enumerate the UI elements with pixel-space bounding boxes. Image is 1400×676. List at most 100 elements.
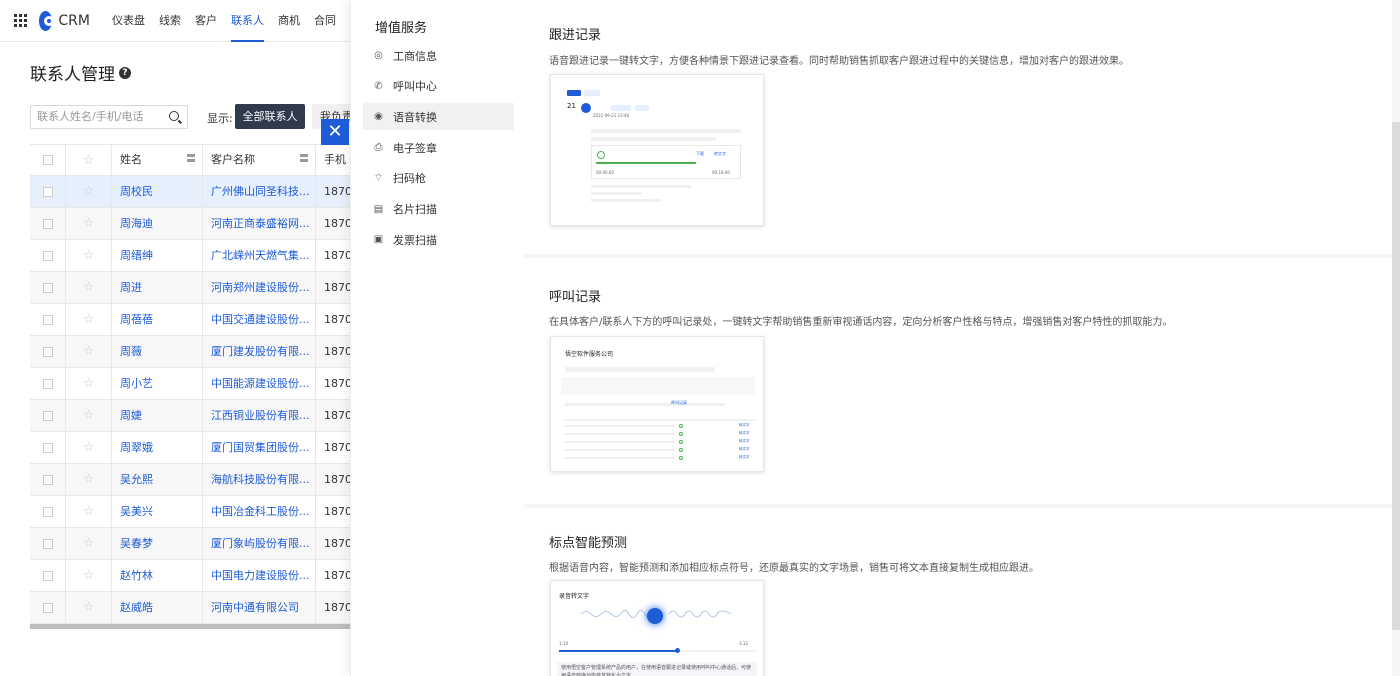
- download-link[interactable]: 下载: [696, 151, 704, 157]
- contact-name-link[interactable]: 周蓓蓓: [112, 303, 203, 336]
- row-checkbox[interactable]: [30, 591, 66, 624]
- star-icon[interactable]: ☆: [66, 367, 112, 400]
- table-row[interactable]: ☆周薇厦门建发股份有限... 18703: [30, 335, 350, 368]
- search-input[interactable]: 联系人姓名/手机/电话: [30, 105, 188, 129]
- table-row[interactable]: ☆周翠娥厦门国贸集团股份... 18703: [30, 431, 350, 464]
- row-checkbox[interactable]: [30, 463, 66, 496]
- customer-name-link[interactable]: 厦门建发股份有限...: [203, 335, 316, 368]
- header-name[interactable]: 姓名〓: [112, 144, 203, 176]
- customer-name-link[interactable]: 广州佛山同圣科技...: [203, 175, 316, 208]
- row-convert-link[interactable]: 转文字: [739, 447, 750, 452]
- table-row[interactable]: ☆吴春梦厦门象屿股份有限... 18703: [30, 527, 350, 560]
- contact-name-link[interactable]: 吴允熙: [112, 463, 203, 496]
- table-row[interactable]: ☆吴允熙海航科技股份有限... 18703: [30, 463, 350, 496]
- table-row[interactable]: ☆周校民广州佛山同圣科技... 18703: [30, 175, 350, 208]
- star-icon[interactable]: ☆: [66, 303, 112, 336]
- customer-name-link[interactable]: 河南正商泰盛裕网...: [203, 207, 316, 240]
- row-checkbox[interactable]: [30, 559, 66, 592]
- header-phone[interactable]: 手机: [316, 144, 350, 176]
- table-row[interactable]: ☆赵威皓河南中通有限公司 18703: [30, 591, 350, 624]
- menu-item-voice[interactable]: ◉ 语音转换: [363, 103, 514, 131]
- star-icon[interactable]: ☆: [66, 527, 112, 560]
- contact-name-link[interactable]: 周海迪: [112, 207, 203, 240]
- star-icon[interactable]: ☆: [66, 463, 112, 496]
- row-checkbox[interactable]: [30, 175, 66, 208]
- table-row[interactable]: ☆周婕江西铜业股份有限... 18703: [30, 399, 350, 432]
- contact-name-link[interactable]: 赵威皓: [112, 591, 203, 624]
- customer-name-link[interactable]: 中国交通建设股份...: [203, 303, 316, 336]
- contact-name-link[interactable]: 周进: [112, 271, 203, 304]
- menu-item-phone[interactable]: ✆ 呼叫中心: [363, 73, 514, 100]
- row-checkbox[interactable]: [30, 399, 66, 432]
- star-icon[interactable]: ☆: [66, 399, 112, 432]
- contact-name-link[interactable]: 吴美兴: [112, 495, 203, 528]
- row-checkbox[interactable]: [30, 303, 66, 336]
- customer-name-link[interactable]: 中国冶金科工股份...: [203, 495, 316, 528]
- row-checkbox[interactable]: [30, 239, 66, 272]
- apps-grid-icon[interactable]: [14, 13, 27, 28]
- star-icon[interactable]: ☆: [66, 271, 112, 304]
- customer-name-link[interactable]: 中国能源建设股份...: [203, 367, 316, 400]
- help-icon[interactable]: ?: [119, 66, 131, 79]
- progress-handle[interactable]: [675, 648, 680, 653]
- vertical-scrollbar[interactable]: [1392, 122, 1400, 630]
- horizontal-scrollbar[interactable]: [30, 624, 350, 629]
- table-row[interactable]: ☆吴美兴中国冶金科工股份... 18703: [30, 495, 350, 528]
- table-row[interactable]: ☆周缙绅广北嵘州天燃气集... 18703: [30, 239, 350, 272]
- convert-link[interactable]: 转文字: [714, 151, 726, 157]
- filter-all-contacts-button[interactable]: 全部联系人: [235, 104, 305, 129]
- table-row[interactable]: ☆周海迪河南正商泰盛裕网... 18703: [30, 207, 350, 240]
- star-icon[interactable]: ☆: [66, 335, 112, 368]
- nav-customers[interactable]: 客户: [195, 0, 217, 42]
- nav-opportunities[interactable]: 商机: [278, 0, 300, 42]
- nav-leads[interactable]: 线索: [159, 0, 181, 42]
- row-checkbox[interactable]: [30, 271, 66, 304]
- star-icon[interactable]: ☆: [66, 239, 112, 272]
- contact-name-link[interactable]: 周校民: [112, 175, 203, 208]
- customer-name-link[interactable]: 海航科技股份有限...: [203, 463, 316, 496]
- menu-item-card[interactable]: ▤ 名片扫描: [363, 196, 514, 223]
- table-row[interactable]: ☆赵竹林中国电力建设股份... 18703: [30, 559, 350, 592]
- customer-name-link[interactable]: 河南郑州建设股份...: [203, 271, 316, 304]
- nav-contacts[interactable]: 联系人: [231, 0, 264, 42]
- close-drawer-icon[interactable]: ✕: [321, 119, 349, 145]
- header-customer[interactable]: 客户名称〓: [203, 144, 316, 176]
- nav-contracts[interactable]: 合同: [314, 0, 336, 42]
- star-icon[interactable]: ☆: [66, 559, 112, 592]
- contact-name-link[interactable]: 周翠娥: [112, 431, 203, 464]
- table-row[interactable]: ☆周蓓蓓中国交通建设股份... 18703: [30, 303, 350, 336]
- customer-name-link[interactable]: 河南中通有限公司: [203, 591, 316, 624]
- star-icon[interactable]: ☆: [66, 431, 112, 464]
- select-all-checkbox[interactable]: [30, 144, 66, 176]
- customer-name-link[interactable]: 广北嵘州天燃气集...: [203, 239, 316, 272]
- contact-name-link[interactable]: 周缙绅: [112, 239, 203, 272]
- row-convert-link[interactable]: 转文字: [739, 431, 750, 436]
- star-icon[interactable]: ☆: [66, 175, 112, 208]
- star-icon[interactable]: ☆: [66, 591, 112, 624]
- star-icon[interactable]: ☆: [66, 207, 112, 240]
- customer-name-link[interactable]: 中国电力建设股份...: [203, 559, 316, 592]
- row-checkbox[interactable]: [30, 335, 66, 368]
- audio-player[interactable]: 下载 转文字 00:00.00 00:18.00: [591, 145, 741, 179]
- record-button-icon[interactable]: [647, 608, 663, 624]
- row-convert-link[interactable]: 转文字: [739, 439, 750, 444]
- star-icon[interactable]: ☆: [66, 495, 112, 528]
- search-icon[interactable]: [169, 111, 179, 121]
- row-convert-link[interactable]: 转文字: [739, 423, 750, 428]
- customer-name-link[interactable]: 厦门国贸集团股份...: [203, 431, 316, 464]
- row-checkbox[interactable]: [30, 527, 66, 560]
- contact-name-link[interactable]: 周薇: [112, 335, 203, 368]
- row-checkbox[interactable]: [30, 495, 66, 528]
- customer-name-link[interactable]: 厦门象屿股份有限...: [203, 527, 316, 560]
- contact-name-link[interactable]: 周婕: [112, 399, 203, 432]
- table-row[interactable]: ☆周进河南郑州建设股份... 18703: [30, 271, 350, 304]
- contact-name-link[interactable]: 吴春梦: [112, 527, 203, 560]
- table-row[interactable]: ☆周小艺中国能源建设股份... 18703: [30, 367, 350, 400]
- contact-name-link[interactable]: 赵竹林: [112, 559, 203, 592]
- menu-item-stamp[interactable]: ⎙ 电子签章: [363, 134, 514, 161]
- row-checkbox[interactable]: [30, 431, 66, 464]
- customer-name-link[interactable]: 江西铜业股份有限...: [203, 399, 316, 432]
- menu-item-scanner[interactable]: ⌔ 扫码枪: [363, 165, 514, 192]
- menu-item-business[interactable]: ◎ 工商信息: [363, 42, 514, 69]
- row-checkbox[interactable]: [30, 207, 66, 240]
